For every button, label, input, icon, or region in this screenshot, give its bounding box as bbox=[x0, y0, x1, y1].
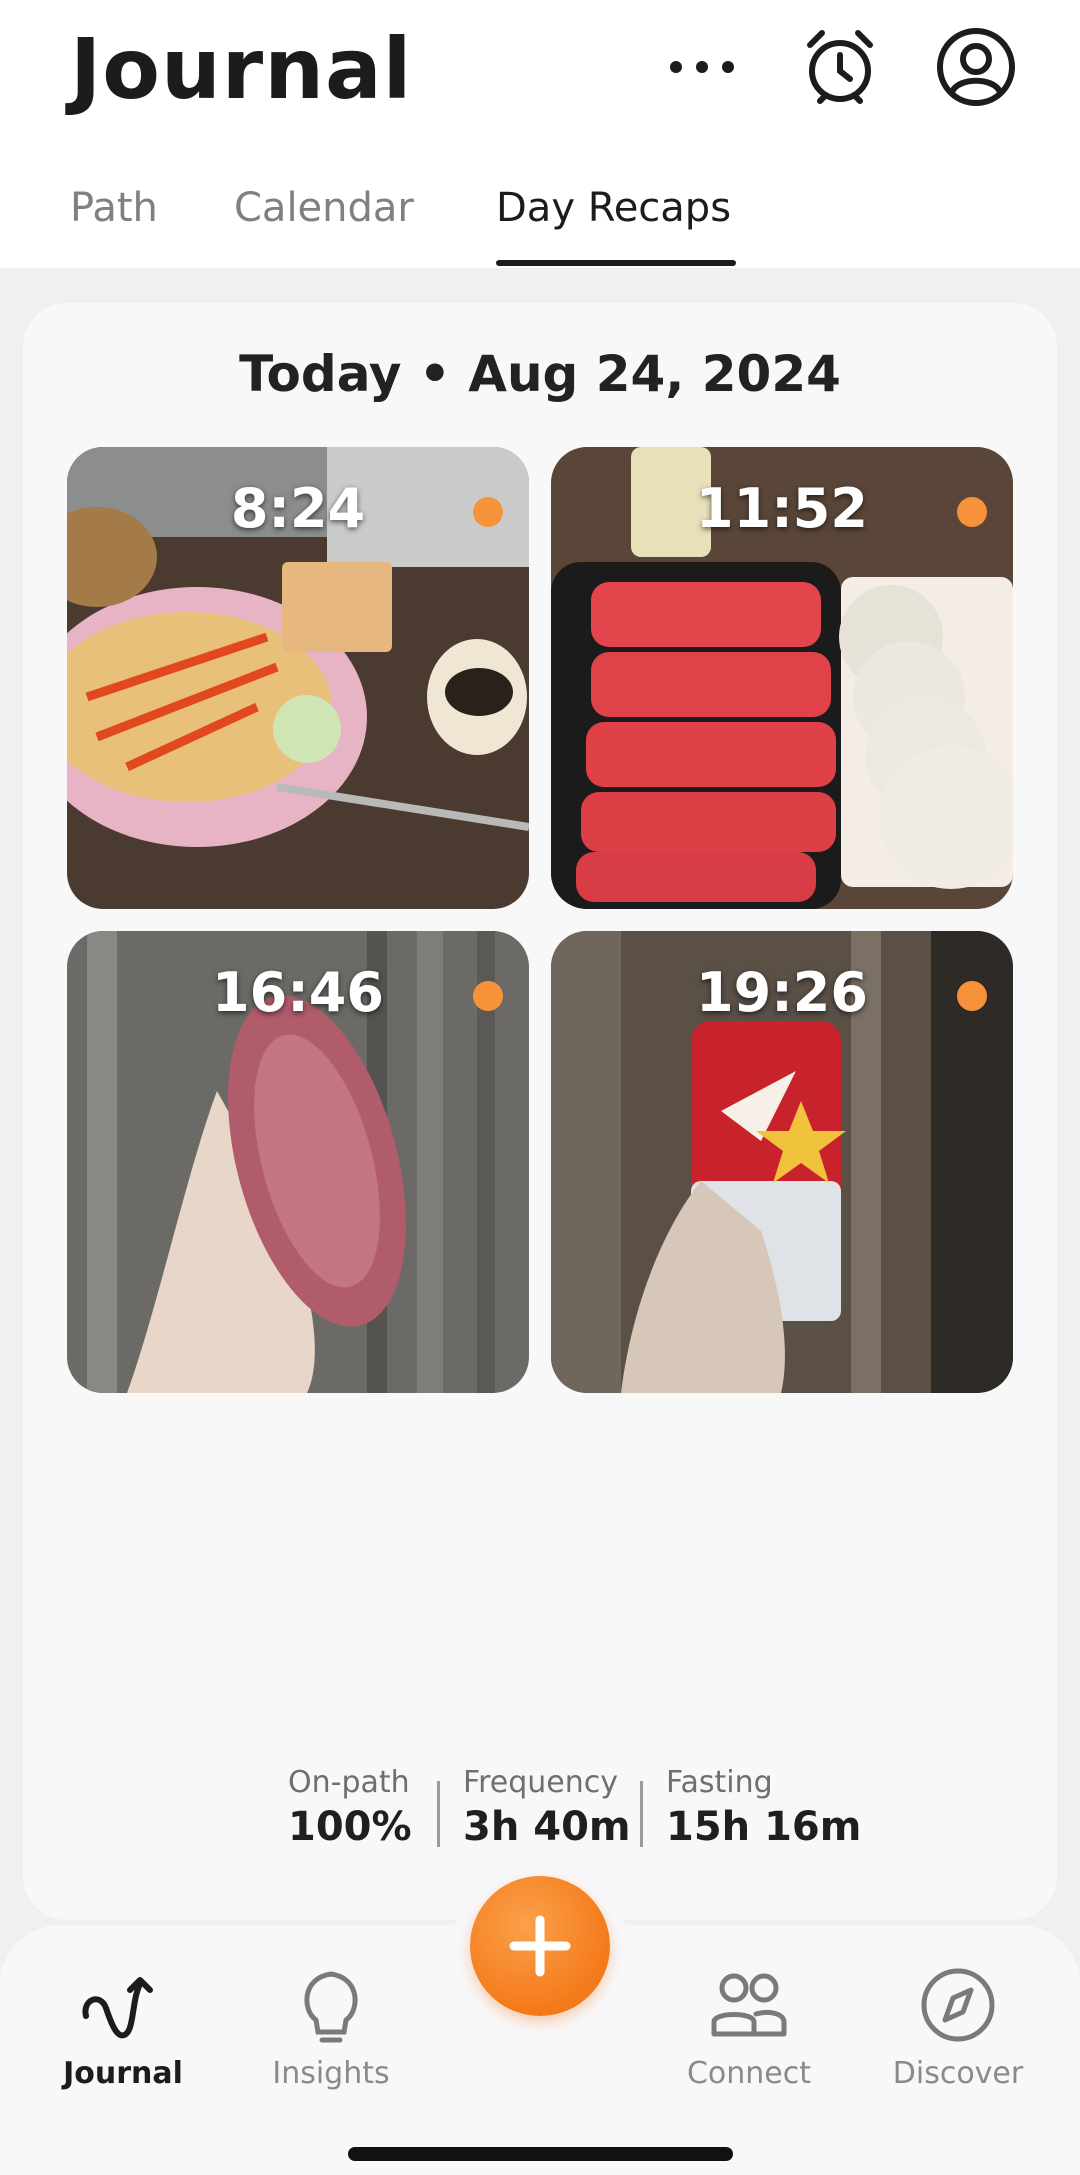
add-entry-button[interactable] bbox=[470, 1876, 610, 2016]
lightbulb-icon bbox=[304, 1971, 358, 2043]
stat-frequency: Frequency 3h 40m bbox=[463, 1765, 631, 1850]
alarm-button[interactable] bbox=[798, 25, 882, 109]
status-dot bbox=[957, 497, 987, 527]
more-icon bbox=[670, 61, 734, 73]
status-dot bbox=[473, 497, 503, 527]
stat-value: 15h 16m bbox=[666, 1804, 862, 1850]
entry-time: 8:24 bbox=[230, 477, 366, 540]
active-tab-indicator bbox=[496, 260, 736, 266]
divider bbox=[640, 1781, 643, 1847]
nav-insights[interactable]: Insights bbox=[251, 1960, 411, 2091]
more-options-button[interactable] bbox=[660, 25, 744, 109]
stat-label: On-path bbox=[288, 1765, 410, 1800]
recap-date: Today • Aug 24, 2024 bbox=[239, 345, 841, 403]
stat-fasting: Fasting 15h 16m bbox=[666, 1765, 861, 1850]
user-icon bbox=[937, 28, 1015, 106]
people-icon bbox=[711, 1973, 787, 2037]
page-title: Journal bbox=[70, 20, 413, 118]
profile-button[interactable] bbox=[934, 25, 1018, 109]
entry-time: 11:52 bbox=[696, 477, 868, 540]
tab-path[interactable]: Path bbox=[70, 185, 158, 231]
day-recap-card: Today • Aug 24, 2024 8:24 11:52 16:46 19… bbox=[23, 303, 1057, 1920]
tab-bar: Path Calendar Day Recaps bbox=[0, 185, 1080, 268]
nav-label: Journal bbox=[63, 2056, 183, 2091]
status-dot bbox=[957, 981, 987, 1011]
meal-photo-tile[interactable]: 19:26 bbox=[551, 931, 1013, 1393]
status-dot bbox=[473, 981, 503, 1011]
stat-value: 100% bbox=[288, 1804, 412, 1850]
divider bbox=[437, 1781, 440, 1847]
compass-icon bbox=[921, 1968, 995, 2042]
tab-day-recaps[interactable]: Day Recaps bbox=[496, 185, 731, 231]
nav-label: Insights bbox=[272, 2056, 390, 2091]
stat-value: 3h 40m bbox=[463, 1804, 631, 1850]
recap-stats: On-path 100% Frequency 3h 40m Fasting 15… bbox=[23, 1765, 1057, 1865]
home-indicator bbox=[348, 2147, 733, 2161]
header: Journal Path Calendar Day Recaps bbox=[0, 0, 1080, 268]
plus-icon bbox=[509, 1915, 571, 1977]
stat-label: Frequency bbox=[463, 1765, 618, 1800]
stat-label: Fasting bbox=[666, 1765, 773, 1800]
alarm-clock-icon bbox=[807, 30, 873, 104]
nav-label: Connect bbox=[686, 2056, 812, 2091]
entry-time: 19:26 bbox=[696, 961, 868, 1024]
entry-time: 16:46 bbox=[212, 961, 384, 1024]
tab-calendar[interactable]: Calendar bbox=[234, 185, 414, 231]
meal-photo-tile[interactable]: 11:52 bbox=[551, 447, 1013, 909]
meal-photo-tile[interactable]: 16:46 bbox=[67, 931, 529, 1393]
nav-label: Discover bbox=[892, 2056, 1024, 2091]
nav-connect[interactable]: Connect bbox=[669, 1960, 829, 2091]
meal-photo-tile[interactable]: 8:24 bbox=[67, 447, 529, 909]
nav-discover[interactable]: Discover bbox=[878, 1960, 1038, 2091]
journal-icon bbox=[82, 1977, 153, 2039]
nav-journal[interactable]: Journal bbox=[43, 1960, 203, 2091]
stat-on-path: On-path 100% bbox=[288, 1765, 412, 1850]
